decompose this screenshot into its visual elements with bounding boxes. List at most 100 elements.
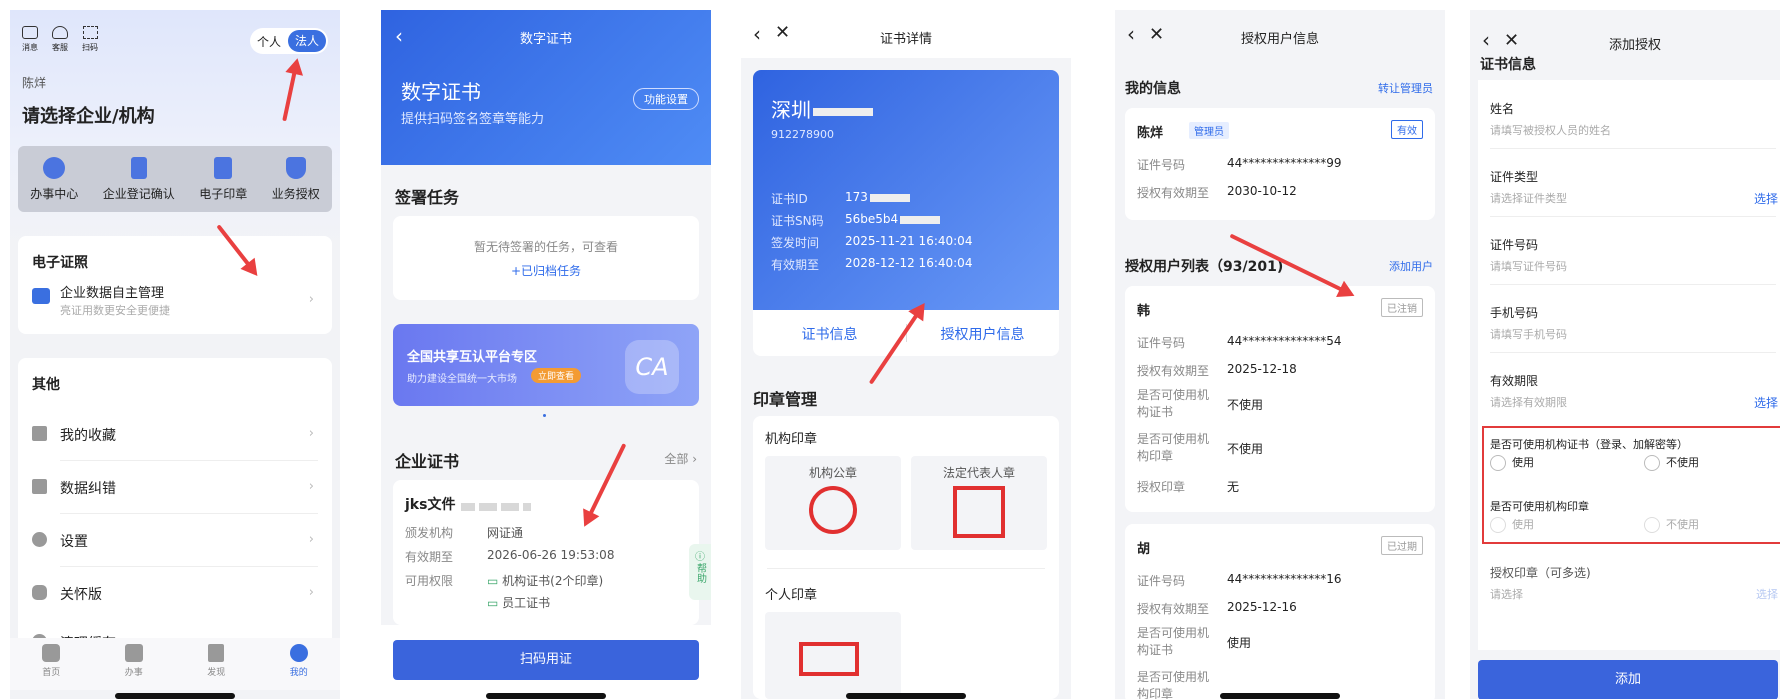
highlight-box: 是否可使用机构证书（登录、加解密等） 使用 不使用 是否可使用机构印章 使用 不… xyxy=(1482,426,1780,544)
service-button[interactable]: 客服 xyxy=(52,26,68,53)
tab-home[interactable]: 首页 xyxy=(42,644,60,690)
add-user-link[interactable]: 添加用户 xyxy=(1389,258,1433,274)
carousel-dot xyxy=(543,414,546,417)
ca-shield-icon: CA xyxy=(625,340,679,394)
archived-tasks-link[interactable]: +已归档任务 xyxy=(393,262,699,279)
page-title[interactable]: 请选择企业/机构 xyxy=(22,102,155,128)
quick-action[interactable]: 企业登记确认 xyxy=(103,156,175,202)
validity-field[interactable]: 有效期限 请选择有效期限 选择 xyxy=(1478,358,1780,418)
view-all-link[interactable]: 全部 › xyxy=(664,450,697,467)
seal-icon xyxy=(214,156,233,179)
transfer-admin-link[interactable]: 转让管理员 xyxy=(1378,80,1433,96)
legal-rep-seal-tile[interactable]: 法定代表人章 xyxy=(911,456,1047,550)
nav-title: 数字证书 xyxy=(519,32,572,47)
edit-icon xyxy=(32,479,47,494)
quick-action[interactable]: 电子印章 xyxy=(199,156,247,202)
message-button[interactable]: 消息 xyxy=(22,26,38,53)
screen-digital-cert: ‹ 数字证书 数字证书 提供扫码签名签章等能力 功能设置 签署任务 暂无待签署的… xyxy=(381,10,711,699)
shield-icon xyxy=(285,156,306,179)
screen-add-authorization: ‹ ✕ 添加授权 证书信息 姓名 请填写被授权人员的姓名 证件类型 请选择证件类型选… xyxy=(1470,10,1780,699)
chevron-right-icon: › xyxy=(308,532,314,547)
ecert-item[interactable]: 企业数据自主管理 xyxy=(60,282,164,301)
menu-item-favorites[interactable]: 我的收藏 › xyxy=(18,408,332,460)
quick-action[interactable]: 办事中心 xyxy=(30,156,78,202)
toggle-legal[interactable]: 法人 xyxy=(288,30,326,52)
home-indicator xyxy=(1220,693,1340,699)
service-center-icon xyxy=(43,156,66,179)
radio-no-use[interactable]: 不使用 xyxy=(1644,454,1699,471)
select-link[interactable]: 选择 xyxy=(1754,394,1778,411)
document-icon xyxy=(130,156,147,179)
org-seal-tile[interactable]: 机构公章 xyxy=(765,456,901,550)
select-link[interactable]: 选择 xyxy=(1754,190,1778,207)
chevron-right-icon: › xyxy=(308,479,314,494)
seal-select-field[interactable]: 授权印章（可多选) 请选择 选择 xyxy=(1478,552,1780,608)
add-button[interactable]: 添加 xyxy=(1478,660,1778,699)
cube-icon xyxy=(32,288,50,304)
menu-item-settings[interactable]: 设置 › xyxy=(18,514,332,566)
scan-icon xyxy=(82,26,98,39)
message-icon xyxy=(22,26,38,39)
id-type-field[interactable]: 证件类型 请选择证件类型 选择 xyxy=(1478,154,1780,214)
bookmark-icon xyxy=(32,426,47,441)
function-settings-button[interactable]: 功能设置 xyxy=(633,88,699,110)
my-info-card: 陈烊 管理员 有效 证件号码 44**************99 授权有效期至 2… xyxy=(1125,108,1435,220)
radio-icon xyxy=(1644,517,1660,533)
info-icon: ⓘ xyxy=(695,552,705,563)
personal-seal-tile[interactable] xyxy=(765,612,901,699)
radio-use[interactable]: 使用 xyxy=(1490,516,1534,533)
square-seal-icon xyxy=(953,486,1005,538)
personal-seal-icon xyxy=(799,642,859,676)
promo-banner[interactable]: 全国共享互认平台专区 助力建设全国统一大市场 立即查看 CA xyxy=(393,324,699,406)
phone-field[interactable]: 手机号码 请填写手机号码 xyxy=(1478,290,1780,350)
tab-affairs[interactable]: 办事 xyxy=(124,644,143,690)
user-name[interactable]: 陈烊 xyxy=(22,74,46,91)
identity-toggle[interactable]: 个人 法人 xyxy=(250,28,328,54)
headset-icon xyxy=(52,26,68,39)
help-button[interactable]: ⓘ 帮助 xyxy=(689,544,711,600)
home-indicator xyxy=(486,693,606,699)
enterprise-cert-card[interactable]: jks文件 颁发机构 网证通 有效期至 2026-06-26 19:53:08 可用… xyxy=(393,480,699,625)
user-card[interactable]: 胡 已过期 证件号码 44**************16 授权有效期至 2025-… xyxy=(1125,524,1435,699)
screen-cert-detail: ‹ ✕ 证书详情 深圳 912278900 证书ID 173 证书SN码 56be5… xyxy=(741,10,1071,699)
quick-actions: 办事中心 企业登记确认 电子印章 业务授权 xyxy=(18,146,332,212)
radio-no-use[interactable]: 不使用 xyxy=(1644,516,1699,533)
permission-staff-cert: ▭ 员工证书 xyxy=(487,596,551,610)
chevron-right-icon: › xyxy=(308,292,314,307)
screen-authorized-users: ‹ ✕ 授权用户信息 我的信息 转让管理员 陈烊 管理员 有效 证件号码 44**… xyxy=(1115,10,1445,699)
tab-mine[interactable]: 我的 xyxy=(289,644,308,690)
book-icon xyxy=(208,644,225,662)
page-title: 数字证书 xyxy=(401,80,481,104)
care-icon xyxy=(32,585,47,600)
permission-org-cert: ▭ 机构证书(2个印章) xyxy=(487,574,604,588)
briefcase-icon xyxy=(124,644,143,662)
gear-icon xyxy=(32,532,47,547)
menu-item-care-mode[interactable]: 关怀版 › xyxy=(18,567,332,619)
select-link[interactable]: 选择 xyxy=(1756,586,1778,602)
round-seal-icon xyxy=(809,486,857,534)
user-icon xyxy=(289,644,308,662)
home-icon xyxy=(42,644,61,662)
radio-icon xyxy=(1490,455,1506,471)
view-now-button[interactable]: 立即查看 xyxy=(531,368,582,383)
radio-use[interactable]: 使用 xyxy=(1490,454,1534,471)
form-card: 姓名 请填写被授权人员的姓名 证件类型 请选择证件类型 选择 证件号码 请填写证件号码 … xyxy=(1478,80,1780,650)
user-card[interactable]: 韩 已注销 证件号码 44**************54 授权有效期至 2025-… xyxy=(1125,286,1435,512)
home-indicator xyxy=(115,693,235,699)
scan-use-cert-button[interactable]: 扫码用证 xyxy=(393,640,699,680)
tab-authorized-users[interactable]: 授权用户信息 xyxy=(906,324,1059,344)
home-indicator xyxy=(846,693,966,699)
scan-button[interactable]: 扫码 xyxy=(82,26,98,53)
menu-item-data-correction[interactable]: 数据纠错 › xyxy=(18,461,332,513)
tab-discover[interactable]: 发现 xyxy=(207,644,225,690)
toggle-personal[interactable]: 个人 xyxy=(250,33,288,50)
name-field[interactable]: 姓名 请填写被授权人员的姓名 xyxy=(1478,86,1780,146)
admin-badge: 管理员 xyxy=(1189,122,1229,139)
nav-title: 添加授权 xyxy=(1608,38,1661,53)
org-name: 深圳 xyxy=(771,94,875,123)
annotation-arrow xyxy=(282,69,297,122)
status-badge: 有效 xyxy=(1391,120,1423,139)
quick-action[interactable]: 业务授权 xyxy=(272,156,320,202)
tab-cert-info[interactable]: 证书信息 xyxy=(753,324,906,344)
id-number-field[interactable]: 证件号码 请填写证件号码 xyxy=(1478,222,1780,282)
